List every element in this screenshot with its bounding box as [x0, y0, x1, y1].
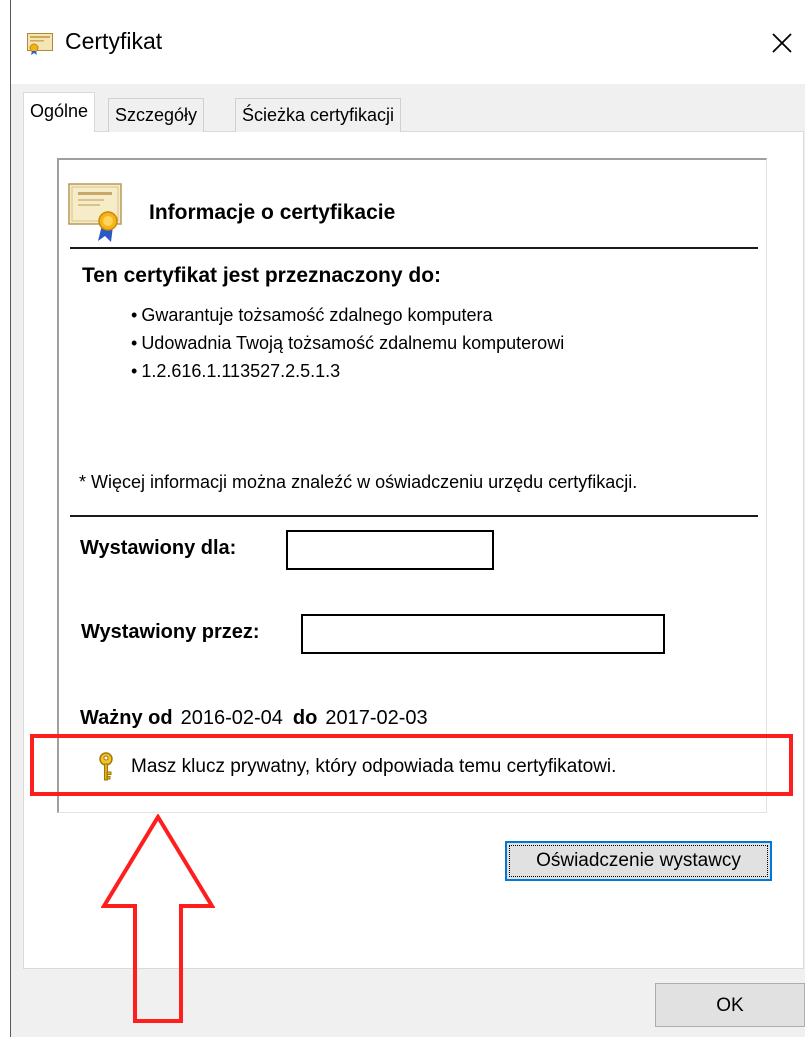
list-item: 1.2.616.1.113527.2.5.1.3 [131, 357, 564, 385]
certificate-info-icon [68, 183, 122, 242]
issued-to-label: Wystawiony dla: [80, 537, 237, 559]
certificate-icon [27, 33, 53, 55]
valid-from-date: 2016-02-04 [180, 707, 283, 729]
tab-certification-path[interactable]: Ścieżka certyfikacji [235, 98, 402, 132]
issued-by-field [301, 614, 665, 654]
title-bar: Certyfikat [11, 0, 805, 84]
close-button[interactable] [759, 20, 805, 66]
info-divider-top [70, 247, 758, 249]
purpose-list: Gwarantuje tożsamość zdalnego komputera … [131, 301, 564, 385]
footnote: * Więcej informacji można znaleźć w oświ… [79, 472, 638, 492]
list-item: Udowadnia Twoją tożsamość zdalnemu kompu… [131, 329, 564, 357]
issued-by-label: Wystawiony przez: [81, 621, 260, 643]
tab-general[interactable]: Ogólne [23, 92, 96, 132]
valid-to-label: do [292, 707, 318, 729]
close-icon [772, 33, 792, 53]
up-arrow-icon [101, 814, 215, 1023]
validity-line: Ważny od 2016-02-04 do 2017-02-03 [80, 707, 438, 730]
purpose-heading: Ten certyfikat jest przeznaczony do: [82, 264, 442, 287]
tab-details[interactable]: Szczegóły [108, 98, 205, 132]
issued-to-field [286, 530, 494, 570]
issuer-statement-button[interactable]: Oświadczenie wystawcy [505, 841, 772, 881]
window-title: Certyfikat [65, 28, 163, 54]
info-title: Informacje o certyfikacie [149, 201, 396, 224]
ok-button[interactable]: OK [655, 983, 805, 1027]
highlight-box [30, 734, 793, 796]
valid-to-date: 2017-02-03 [325, 707, 428, 729]
list-item: Gwarantuje tożsamość zdalnego komputera [131, 301, 564, 329]
valid-from-label: Ważny od [80, 707, 173, 729]
info-divider-bottom [70, 515, 758, 517]
